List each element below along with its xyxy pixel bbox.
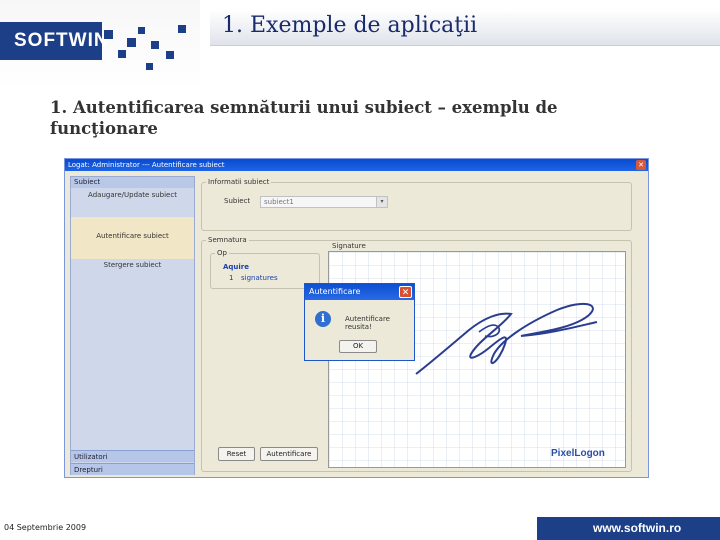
chevron-down-icon[interactable]: ▾ [376,197,387,207]
sidebar-item-rights[interactable]: Drepturi [71,463,194,475]
subject-combo[interactable]: subiect1 ▾ [260,196,388,208]
reset-button[interactable]: Reset [218,447,255,461]
info-icon: i [315,311,331,327]
signature-box-label: Signature [332,242,366,250]
subject-label: Subiect [224,197,251,205]
signature-count: 1 [229,274,234,282]
signature-count-label: signatures [241,274,278,282]
close-icon[interactable]: ✕ [399,286,412,298]
sidebar-item-delete[interactable]: Stergere subiect [71,261,194,275]
sidebar-item-users[interactable]: Utilizatori [71,450,194,462]
footer-date: 04 Septembrie 2009 [4,523,87,532]
authenticate-button[interactable]: Autentificare [260,447,318,461]
sidebar-item-authenticate[interactable]: Autentificare subiect [71,217,194,259]
dialog-titlebar: Autentificare ✕ [305,284,414,300]
pixellogon-brand: PixelLogon [551,448,605,459]
auth-dialog: Autentificare ✕ i Autentificare reusita!… [304,283,415,361]
sidebar: Subiect Adaugare/Update subiect Autentif… [70,176,195,475]
info-panel: Informatii subiect Subiect subiect1 ▾ [201,178,632,231]
page-title: 1. Exemple de aplicaţii [222,13,478,38]
acquire-label: Aquire [223,263,250,271]
ok-button[interactable]: OK [339,340,377,353]
window-close-icon[interactable]: ✕ [636,160,646,170]
window-titlebar: Logat: Administrator --- Autentificare s… [65,159,648,171]
window-title: Logat: Administrator --- Autentificare s… [68,161,225,169]
footer-url[interactable]: www.softwin.ro [537,517,720,540]
slide: SOFTWIN 1. Exemple de aplicaţii 1. Auten… [0,0,720,540]
slide-subtitle: 1. Autentificarea semnăturii unui subiec… [50,98,558,138]
dialog-message: Autentificare reusita! [345,315,390,331]
sidebar-group-header[interactable]: Subiect [71,177,194,188]
signature-panel: Semnatura Op Aquire 1 signatures Signatu… [201,236,632,472]
logo-text: SOFTWIN [14,30,109,51]
content-area: Informatii subiect Subiect subiect1 ▾ Se… [201,176,645,475]
subject-combo-value: subiect1 [264,198,294,206]
dialog-title: Autentificare [309,287,361,296]
signature-panel-title: Semnatura [206,236,249,244]
sidebar-item-add-update[interactable]: Adaugare/Update subiect [71,191,194,205]
info-panel-title: Informatii subiect [206,178,272,186]
softwin-logo: SOFTWIN [0,22,108,60]
acquire-box-title: Op [215,249,229,257]
